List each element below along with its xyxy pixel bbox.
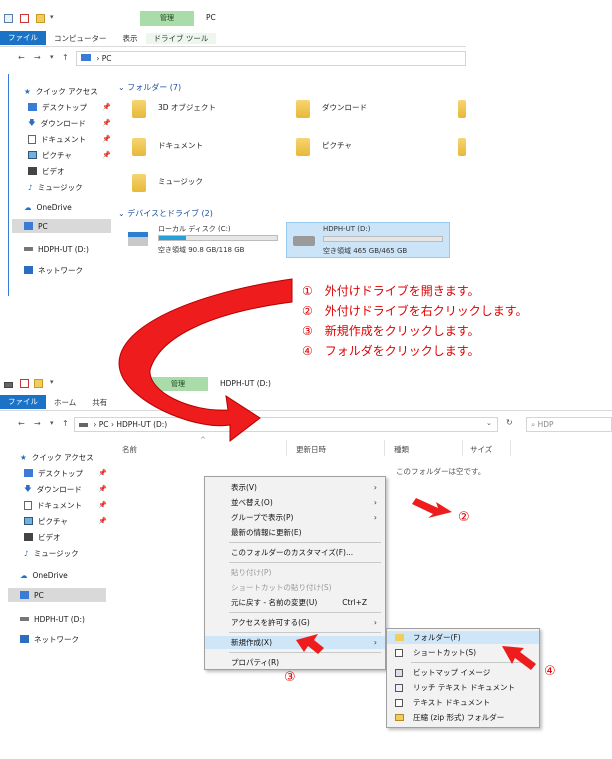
annotation-overlay [118,278,536,670]
arrow-step-4 [502,646,536,670]
arrow-step-2 [412,498,452,518]
marker-3: ③ [284,670,296,685]
big-curved-arrow [118,278,293,443]
marker-2: ② [458,510,470,525]
marker-4: ④ [544,664,556,679]
arrow-step-3 [296,634,324,654]
